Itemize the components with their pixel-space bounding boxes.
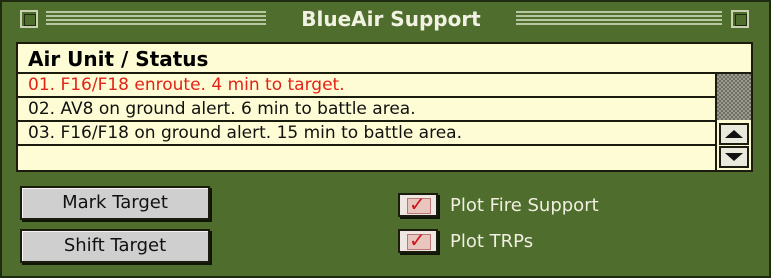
scroll-down-button[interactable] <box>719 146 749 168</box>
list-item[interactable]: 02. AV8 on ground alert. 6 min to battle… <box>18 98 715 122</box>
title-stripes-left <box>46 11 266 27</box>
list-item[interactable]: 01. F16/F18 enroute. 4 min to target. <box>18 74 715 98</box>
title-bar[interactable]: BlueAir Support <box>4 4 767 34</box>
air-unit-list: Air Unit / Status 01. F16/F18 enroute. 4… <box>16 42 753 172</box>
checkbox-box[interactable]: ✓ <box>398 228 438 253</box>
plot-fire-support-label: Plot Fire Support <box>450 194 599 216</box>
plot-trps-checkbox[interactable]: ✓ Plot TRPs <box>398 227 533 255</box>
window-title: BlueAir Support <box>301 7 481 31</box>
blueair-support-window: BlueAir Support Air Unit / Status 01. F1… <box>0 0 771 278</box>
scroll-track[interactable] <box>717 74 751 120</box>
shift-target-button[interactable]: Shift Target <box>20 229 210 263</box>
list-header: Air Unit / Status <box>18 44 751 74</box>
plot-trps-label: Plot TRPs <box>450 230 534 252</box>
list-rows: 01. F16/F18 enroute. 4 min to target. 02… <box>18 74 715 170</box>
vertical-scrollbar[interactable] <box>715 74 751 170</box>
down-arrow-icon <box>725 153 743 161</box>
list-item[interactable] <box>18 146 715 170</box>
check-icon: ✓ <box>409 228 426 252</box>
check-icon: ✓ <box>409 192 426 216</box>
checkbox-box[interactable]: ✓ <box>398 192 438 217</box>
zoom-box-icon[interactable] <box>731 10 749 28</box>
close-box-icon[interactable] <box>20 10 38 28</box>
scroll-up-button[interactable] <box>719 123 749 145</box>
list-item[interactable]: 03. F16/F18 on ground alert. 15 min to b… <box>18 122 715 146</box>
plot-fire-support-checkbox[interactable]: ✓ Plot Fire Support <box>398 191 599 219</box>
mark-target-button[interactable]: Mark Target <box>20 186 210 220</box>
up-arrow-icon <box>725 130 743 138</box>
title-stripes-right <box>516 11 722 27</box>
